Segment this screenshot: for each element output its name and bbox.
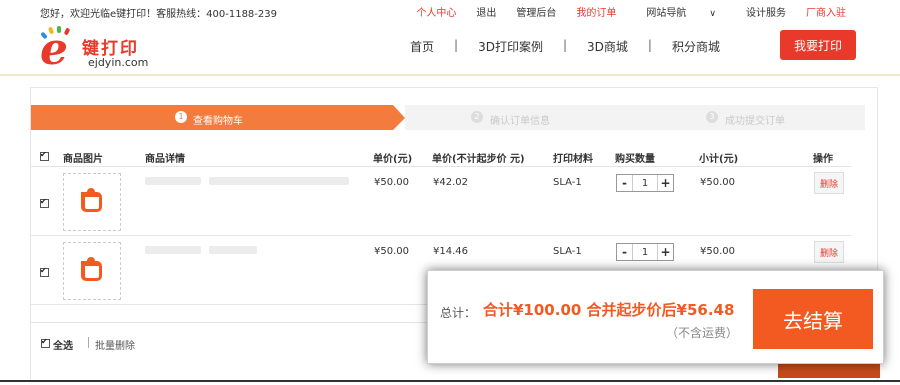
- table-row: ¥50.00 ¥42.02 SLA-1 - 1 + ¥50.00 删除: [31, 167, 851, 236]
- header: e 键打印 ejdyin.com 首页 | 3D打印案例 | 3D商城 | 积分…: [0, 20, 900, 75]
- quantity-decrement-button[interactable]: -: [617, 175, 632, 191]
- step-arrow: [393, 105, 405, 130]
- link-logout[interactable]: 退出: [466, 4, 506, 19]
- col-price-no-base: 单价(不计起步价 元): [432, 154, 525, 165]
- unit-price-no-base: ¥14.46: [433, 246, 468, 257]
- product-thumbnail[interactable]: [63, 242, 121, 300]
- nav-home[interactable]: 首页: [390, 38, 454, 55]
- summary-label: 总计：: [440, 306, 477, 320]
- print-now-button[interactable]: 我要打印: [780, 30, 856, 60]
- chevron-down-icon: ∨: [709, 9, 716, 19]
- product-detail-blurred: [145, 246, 201, 254]
- quantity-increment-button[interactable]: +: [658, 175, 673, 191]
- link-vendor-join[interactable]: 厂商入驻: [796, 4, 856, 19]
- step-number: 2: [471, 111, 483, 123]
- logo-domain: ejdyin.com: [88, 56, 149, 69]
- logo-mark: e: [40, 24, 68, 75]
- unit-price-no-base: ¥42.02: [433, 177, 468, 188]
- top-bar: 您好，欢迎光临e键打印！客服热线：400-1188-239 个人中心 退出 管理…: [0, 0, 900, 20]
- step-number: 1: [175, 111, 187, 123]
- folder-icon: [81, 257, 102, 281]
- step-label: 查看购物车: [193, 116, 243, 127]
- nav-3d-mall[interactable]: 3D商城: [567, 38, 648, 55]
- col-material: 打印材料: [553, 154, 593, 165]
- table-header: 商品图片 商品详情 单价(元) 单价(不计起步价 元) 打印材料 购买数量 小计…: [31, 144, 851, 167]
- footer-divider: [88, 337, 89, 348]
- quantity-stepper: - 1 +: [616, 174, 674, 192]
- bulk-delete-link[interactable]: 批量删除: [95, 337, 135, 352]
- select-all-label[interactable]: 全选: [53, 337, 73, 352]
- header-divider: [0, 74, 900, 76]
- checkout-button-behind: [778, 362, 880, 378]
- select-all-checkbox[interactable]: [41, 337, 50, 348]
- order-summary-popup: 总计： 合计¥100.00 合并起步价后¥56.48 （不含运费） 去结算: [427, 270, 884, 364]
- checkout-button[interactable]: 去结算: [753, 289, 873, 349]
- step-label: 确认订单信息: [490, 116, 550, 127]
- col-action: 操作: [813, 154, 833, 165]
- quantity-increment-button[interactable]: +: [658, 244, 673, 260]
- delete-button[interactable]: 删除: [814, 172, 844, 194]
- summary-total: 合计¥100.00 合并起步价后¥56.48: [483, 301, 735, 319]
- product-thumbnail[interactable]: [63, 173, 121, 231]
- col-subtotal: 小计(元): [699, 154, 739, 165]
- col-detail: 商品详情: [145, 154, 185, 165]
- nav-3d-cases[interactable]: 3D打印案例: [458, 38, 563, 55]
- row-checkbox[interactable]: [40, 266, 49, 277]
- delete-button[interactable]: 删除: [814, 241, 844, 263]
- unit-price: ¥50.00: [374, 177, 409, 188]
- col-quantity: 购买数量: [615, 154, 655, 165]
- product-detail-blurred: [145, 177, 201, 185]
- header-checkbox[interactable]: [40, 150, 49, 161]
- link-personal-center[interactable]: 个人中心: [406, 4, 466, 19]
- col-image: 商品图片: [63, 154, 103, 165]
- col-price: 单价(元): [373, 154, 413, 165]
- link-admin[interactable]: 管理后台: [506, 4, 566, 19]
- quantity-stepper: - 1 +: [616, 243, 674, 261]
- progress-steps: 1 查看购物车 2 确认订单信息 3 成功提交订单: [31, 105, 865, 130]
- page-bottom-border: [0, 380, 900, 382]
- subtotal: ¥50.00: [700, 177, 735, 188]
- welcome-text: 您好，欢迎光临e键打印！客服热线：400-1188-239: [40, 9, 277, 20]
- unit-price: ¥50.00: [374, 246, 409, 257]
- logo[interactable]: e 键打印 ejdyin.com: [40, 24, 190, 75]
- nav-points-mall[interactable]: 积分商城: [652, 38, 740, 55]
- folder-icon: [81, 188, 102, 212]
- top-links: 个人中心 退出 管理后台 我的订单 网站导航 ∨ 设计服务 厂商入驻: [406, 4, 856, 19]
- step-number: 3: [706, 111, 718, 123]
- quantity-input[interactable]: 1: [632, 244, 658, 260]
- link-site-nav-label: 网站导航: [646, 8, 687, 19]
- product-detail-blurred: [209, 177, 349, 185]
- link-my-orders[interactable]: 我的订单: [566, 4, 626, 19]
- step-label: 成功提交订单: [725, 116, 785, 127]
- main-nav: 首页 | 3D打印案例 | 3D商城 | 积分商城: [390, 38, 740, 55]
- print-material: SLA-1: [553, 177, 582, 188]
- subtotal: ¥50.00: [700, 246, 735, 257]
- quantity-input[interactable]: 1: [632, 175, 658, 191]
- shipping-note: （不含运费）: [666, 326, 739, 340]
- product-detail-blurred: [209, 246, 257, 254]
- step-view-cart: 1 查看购物车: [31, 105, 393, 130]
- quantity-decrement-button[interactable]: -: [617, 244, 632, 260]
- print-material: SLA-1: [553, 246, 582, 257]
- link-site-nav[interactable]: 网站导航 ∨: [626, 4, 736, 19]
- link-design-service[interactable]: 设计服务: [736, 4, 796, 19]
- row-checkbox[interactable]: [40, 197, 49, 208]
